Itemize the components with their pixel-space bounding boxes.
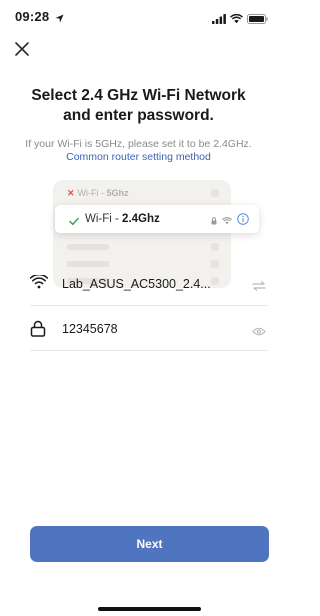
switch-network-icon[interactable] <box>252 278 266 296</box>
check-icon <box>69 213 79 231</box>
page-title: Select 2.4 GHz Wi-Fi Network and enter p… <box>31 87 246 124</box>
info-icon <box>237 212 249 230</box>
illustration-placeholder <box>67 244 109 250</box>
status-icons <box>212 11 268 29</box>
illustration-5ghz-row: ✕ Wi-Fi - 5Ghz <box>67 188 129 199</box>
cross-icon: ✕ <box>67 188 75 198</box>
illustration-24ghz-icons <box>211 212 249 230</box>
illustration-placeholder <box>211 189 219 197</box>
status-time: 09:28 <box>15 9 50 24</box>
subtitle-text: If your Wi-Fi is 5GHz, please set it to … <box>25 138 252 150</box>
next-button[interactable]: Next <box>30 526 269 562</box>
wifi-password-input[interactable]: 12345678 <box>62 322 118 336</box>
status-bar: 09:28 <box>0 0 277 34</box>
eye-icon[interactable] <box>252 323 266 341</box>
close-button[interactable] <box>14 41 32 59</box>
illustration-placeholder <box>211 243 219 251</box>
wifi-network-field[interactable]: Lab_ASUS_AC5300_2.4... <box>29 262 268 306</box>
wifi-icon <box>230 11 243 29</box>
signal-bars-icon <box>212 11 226 29</box>
illustration-24ghz-prefix: Wi-Fi - <box>85 213 123 225</box>
wifi-network-name: Lab_ASUS_AC5300_2.4... <box>62 277 211 291</box>
location-arrow-icon <box>55 10 64 28</box>
home-indicator <box>98 607 201 611</box>
illustration-5ghz-prefix: Wi-Fi - <box>77 188 107 198</box>
battery-icon <box>247 11 268 29</box>
illustration-5ghz-band: 5Ghz <box>106 188 129 198</box>
page-subtitle: If your Wi-Fi is 5GHz, please set it to … <box>20 138 257 164</box>
lock-icon <box>30 320 46 342</box>
illustration-24ghz-row: Wi-Fi - 2.4Ghz <box>55 205 259 233</box>
router-setting-link[interactable]: Common router setting method <box>66 151 211 163</box>
close-icon <box>15 42 29 56</box>
wifi-password-field[interactable]: 12345678 <box>30 307 268 351</box>
wifi-icon <box>29 273 49 294</box>
lock-icon <box>211 212 217 230</box>
illustration-24ghz-label: Wi-Fi - 2.4Ghz <box>85 213 160 225</box>
illustration-24ghz-band: 2.4Ghz <box>122 213 160 225</box>
wifi-icon <box>222 212 232 230</box>
